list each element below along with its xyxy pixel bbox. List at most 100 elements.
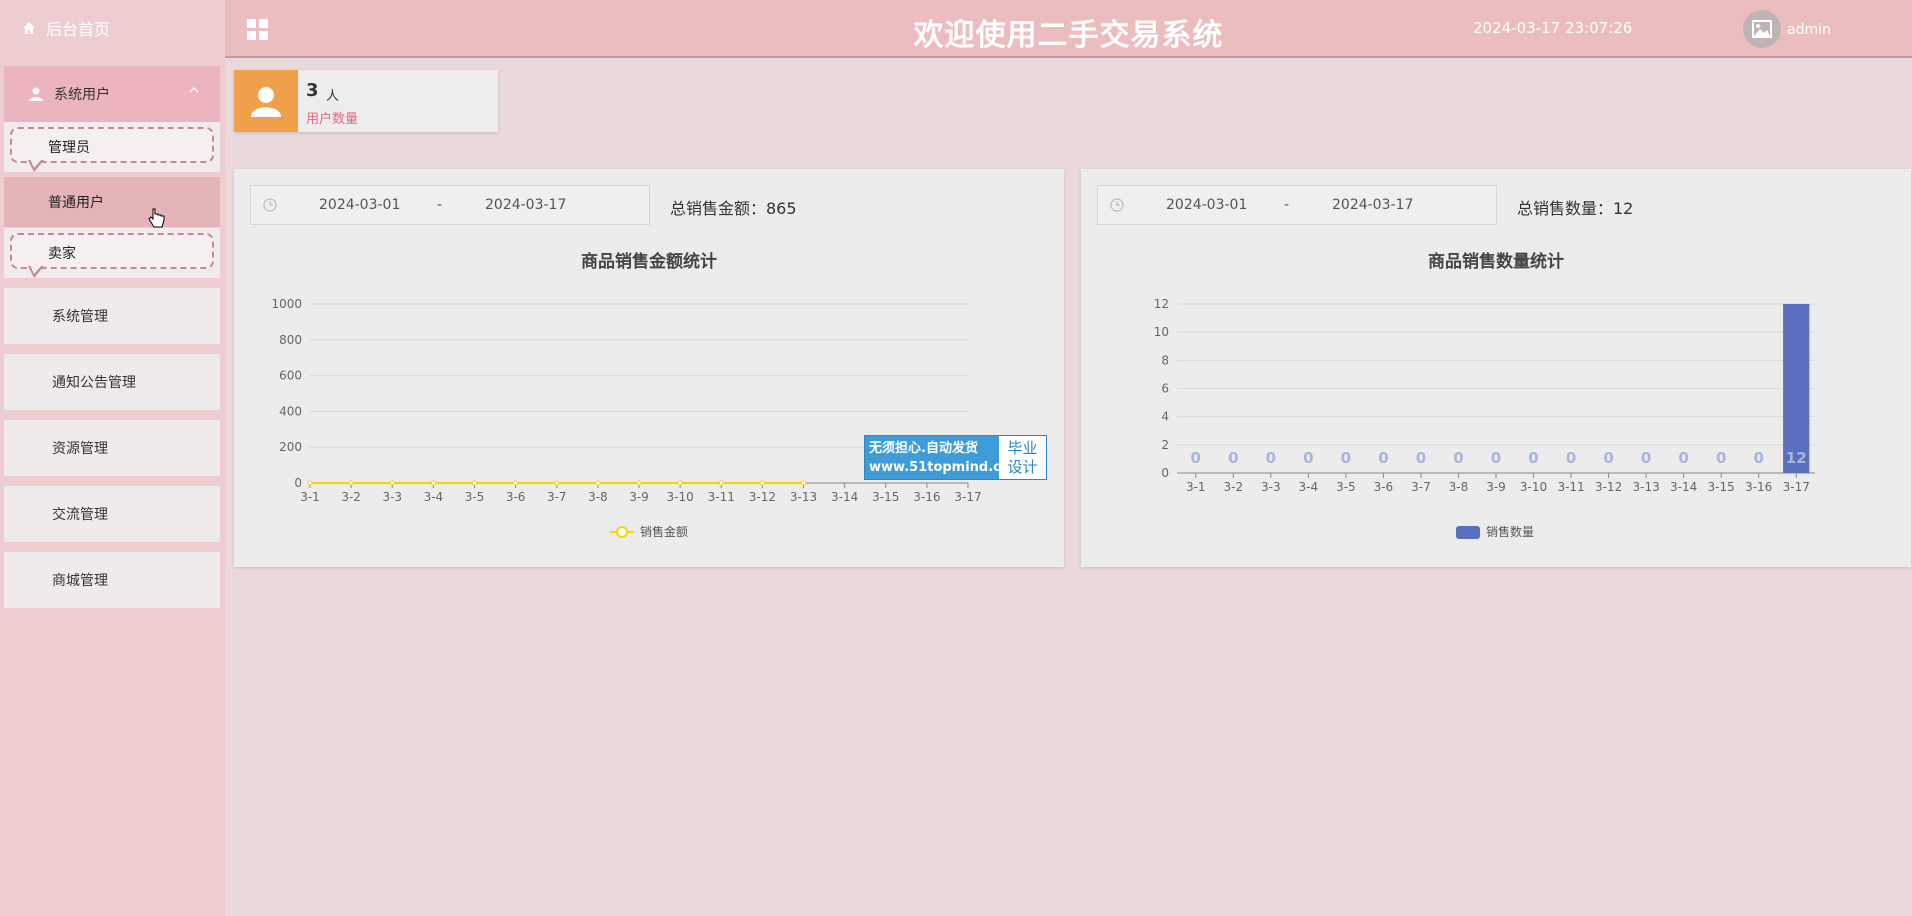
x-tick-label: 3-10 (1520, 480, 1547, 494)
x-tick-label: 3-12 (749, 490, 776, 504)
user-icon (251, 87, 281, 117)
x-tick-label: 3-12 (1595, 480, 1622, 494)
data-label: 0 (1416, 449, 1426, 467)
data-label: 0 (1491, 449, 1501, 467)
x-tick-label: 3-17 (1783, 480, 1810, 494)
x-tick-label: 3-4 (424, 490, 444, 504)
home-icon (23, 22, 35, 34)
data-point (718, 480, 724, 486)
data-label: 0 (1341, 449, 1351, 467)
data-label: 0 (1453, 449, 1463, 467)
data-label: 0 (1678, 449, 1688, 467)
watermark-badge: 无须担心.自动发货 www.51topmind.com 毕业 设计 (864, 435, 1047, 480)
x-tick-label: 3-6 (1374, 480, 1394, 494)
sidebar-home[interactable]: 后台首页 (0, 0, 225, 56)
y-tick-label: 2 (1161, 438, 1169, 452)
y-tick-label: 600 (279, 369, 302, 383)
data-label: 12 (1786, 449, 1807, 467)
stat-icon-bg (234, 70, 298, 132)
sales-amount-panel: 2024-03-01 - 2024-03-17 总销售金额：865 商品销售金额… (234, 169, 1064, 567)
page-title: 欢迎使用二手交易系统 (913, 18, 1224, 53)
sidebar-group-system-users[interactable]: 系统用户 (4, 66, 220, 122)
sidebar-item-label: 交流管理 (52, 507, 108, 523)
user-count-value: 3 (306, 80, 319, 101)
sidebar-item-notice-management[interactable]: 通知公告管理 (4, 354, 220, 410)
user-count-unit: 人 (326, 89, 340, 104)
data-label: 0 (1603, 449, 1613, 467)
sidebar-item-system-management[interactable]: 系统管理 (4, 288, 220, 344)
avatar[interactable] (1743, 10, 1781, 48)
x-tick-label: 3-9 (1486, 480, 1506, 494)
sidebar-item-normal-users[interactable]: 普通用户 (4, 177, 220, 228)
y-tick-label: 0 (294, 476, 302, 490)
sidebar-item-label: 资源管理 (52, 441, 108, 457)
x-tick-label: 3-8 (588, 490, 608, 504)
watermark-right2: 设计 (1007, 458, 1038, 476)
data-point (472, 480, 477, 486)
x-tick-label: 3-11 (1557, 480, 1584, 494)
user-icon (28, 86, 44, 102)
legend-label: 销售金额 (640, 524, 688, 539)
data-label: 0 (1303, 449, 1313, 467)
data-label: 0 (1716, 449, 1726, 467)
x-tick-label: 3-2 (1223, 480, 1243, 494)
x-tick-label: 3-15 (872, 490, 899, 504)
data-point (554, 480, 560, 486)
data-point (513, 480, 519, 486)
x-tick-label: 3-14 (831, 490, 858, 504)
chevron-up-icon (189, 86, 199, 93)
data-label: 0 (1566, 449, 1576, 467)
x-tick-label: 3-6 (506, 490, 526, 504)
sidebar-item-seller[interactable]: 卖家 (4, 228, 220, 278)
sales-quantity-panel: 2024-03-01 - 2024-03-17 总销售数量：12 商品销售数量统… (1081, 169, 1911, 567)
y-tick-label: 8 (1161, 353, 1169, 367)
sidebar-home-label: 后台首页 (46, 20, 111, 39)
x-tick-label: 3-9 (629, 490, 649, 504)
x-tick-label: 3-15 (1708, 480, 1735, 494)
x-tick-label: 3-14 (1670, 480, 1697, 494)
sidebar-item-label: 普通用户 (48, 195, 104, 211)
sidebar-item-label: 管理员 (48, 140, 90, 156)
sidebar-item-label: 商城管理 (52, 573, 108, 589)
sidebar-item-communication-management[interactable]: 交流管理 (4, 486, 220, 542)
image-icon (1752, 20, 1772, 38)
legend-label: 销售数量 (1486, 524, 1534, 539)
data-label: 0 (1641, 449, 1651, 467)
data-point (759, 480, 765, 486)
x-tick-label: 3-1 (300, 490, 320, 504)
data-point (389, 480, 395, 486)
sidebar: 后台首页 系统用户 管理员 普通用户 卖家 系统管理 通知公告管理 资源管理 交… (0, 0, 225, 916)
x-tick-label: 3-16 (913, 490, 940, 504)
header-username[interactable]: admin (1787, 22, 1831, 38)
x-tick-label: 3-3 (1261, 480, 1281, 494)
data-point (801, 480, 806, 486)
sales-quantity-chart: 0 2 4 6 8 10 12 3-1 3-2 3-3 3-4 3-5 3-6 3-7 3-8 3-9 3-10… (1154, 297, 1815, 539)
top-header: 欢迎使用二手交易系统 2024-03-17 23:07:26 admin (225, 0, 1912, 58)
data-point (307, 480, 313, 486)
legend-swatch (1456, 526, 1480, 539)
x-tick-label: 3-8 (1449, 480, 1469, 494)
x-tick-label: 3-10 (667, 490, 694, 504)
cursor-hand-icon (148, 208, 165, 228)
sidebar-item-label: 卖家 (48, 246, 76, 262)
y-tick-label: 0 (1161, 466, 1169, 480)
x-tick-label: 3-13 (790, 490, 817, 504)
watermark-right1: 毕业 (1007, 439, 1038, 457)
data-label: 0 (1753, 449, 1763, 467)
sidebar-item-admin[interactable]: 管理员 (4, 122, 220, 172)
data-label: 0 (1266, 449, 1276, 467)
x-tick-label: 3-16 (1745, 480, 1772, 494)
y-tick-label: 10 (1154, 325, 1169, 339)
bar (1783, 304, 1810, 473)
y-tick-label: 200 (279, 440, 302, 454)
x-tick-label: 3-2 (341, 490, 361, 504)
data-point (677, 480, 683, 486)
sidebar-item-resource-management[interactable]: 资源管理 (4, 420, 220, 476)
y-tick-label: 12 (1154, 297, 1169, 311)
y-tick-label: 400 (279, 404, 302, 418)
sidebar-item-label: 通知公告管理 (52, 375, 136, 391)
header-datetime: 2024-03-17 23:07:26 (1473, 19, 1633, 37)
sidebar-item-mall-management[interactable]: 商城管理 (4, 552, 220, 608)
y-tick-label: 1000 (271, 297, 302, 311)
x-tick-label: 3-4 (1299, 480, 1319, 494)
